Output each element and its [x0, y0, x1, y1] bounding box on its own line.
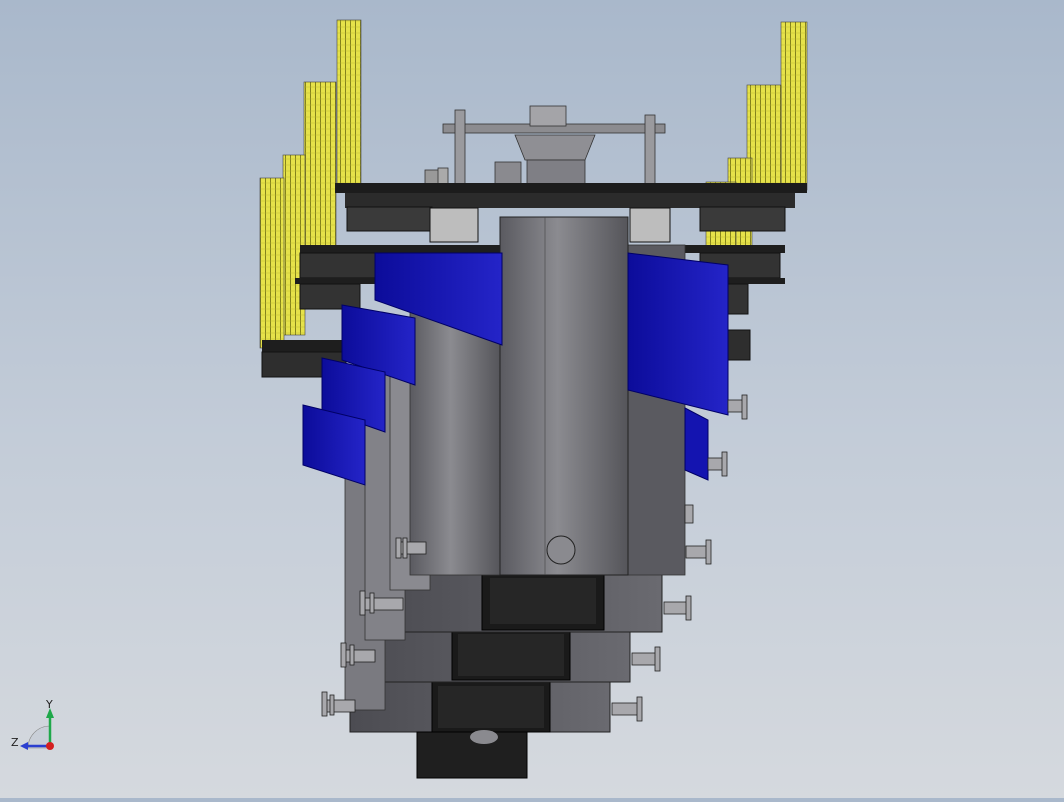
- main-cylinder: [499, 216, 629, 576]
- y-axis-label: Y: [46, 698, 53, 711]
- z-axis-label: Z: [11, 736, 19, 749]
- top-mechanism: [424, 105, 666, 191]
- origin-icon: [46, 742, 54, 750]
- cad-model-view[interactable]: [0, 0, 1064, 798]
- cad-graphics-viewport[interactable]: Y Z: [0, 0, 1064, 798]
- axis-triad: [20, 708, 54, 750]
